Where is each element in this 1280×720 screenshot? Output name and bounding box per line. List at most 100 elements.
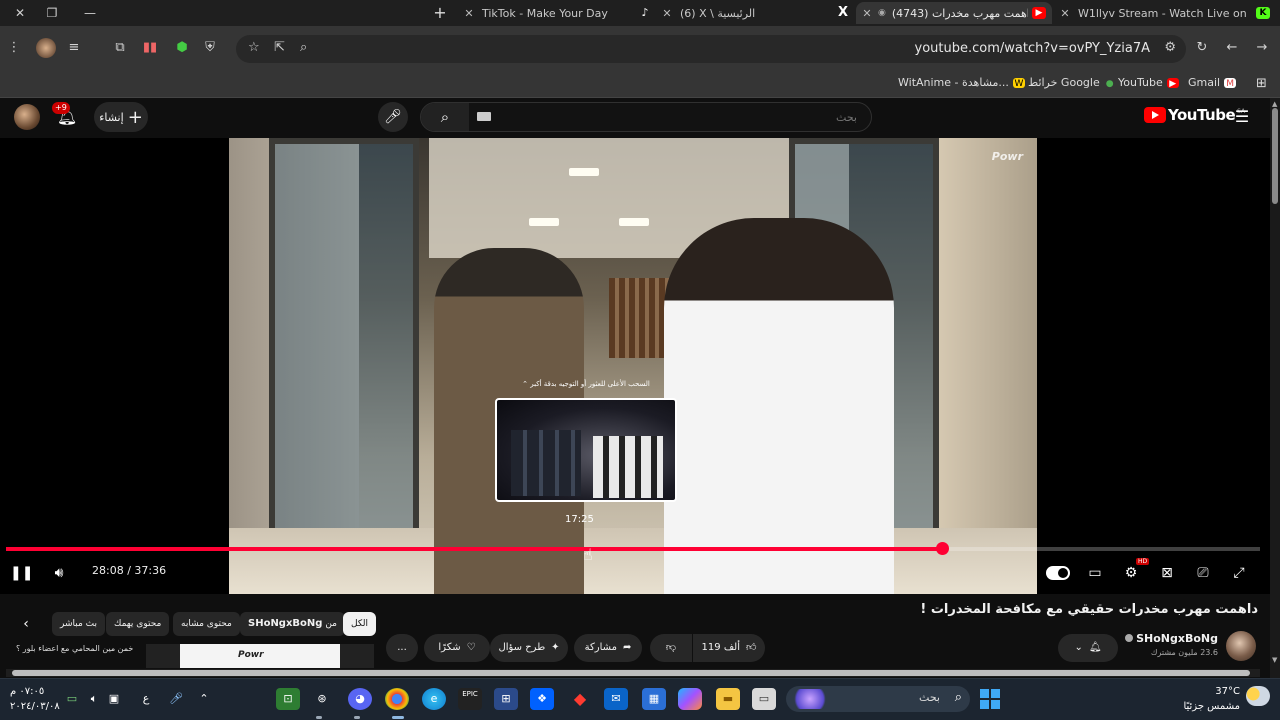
youtube-logo[interactable]: YouTube SA	[1144, 106, 1245, 124]
video-frame[interactable]: Powr	[229, 138, 1037, 594]
menu-dots-icon[interactable]: ⋮	[4, 38, 24, 58]
reload-icon[interactable]: ↻	[1192, 38, 1212, 58]
red-app-icon[interactable]: ◆	[568, 688, 592, 710]
tab-kick[interactable]: ✕ W1llyv Stream - Watch Live on K	[1058, 2, 1270, 24]
share-button[interactable]: مشاركة ➦	[574, 634, 642, 662]
search-input[interactable]	[473, 107, 865, 127]
discord-icon[interactable]: ◕	[348, 688, 372, 710]
close-window-icon[interactable]: ✕	[10, 4, 30, 22]
horizontal-scrollbar-thumb[interactable]	[12, 670, 1250, 676]
volume-button[interactable]: 🔊︎	[48, 562, 70, 584]
outlook-icon[interactable]: ✉	[604, 688, 628, 710]
address-bar[interactable]: ☆ ⇱ ⌕ youtube.com/watch?v=ovPY_Yzia7A ⚙	[236, 35, 1186, 63]
restore-window-icon[interactable]: ❐	[42, 4, 62, 22]
tab-youtube-active[interactable]: ✕ ◉ (4743) داهمت مهرب مخدرات ▶	[856, 2, 1052, 24]
back-arrow-icon[interactable]: ←	[1222, 38, 1242, 58]
microsoft-store-icon[interactable]: ▦	[642, 688, 666, 710]
minimize-window-icon[interactable]: —	[80, 4, 100, 22]
tab-tiktok[interactable]: ✕ TikTok - Make Your Day ♪	[462, 2, 652, 24]
search-button[interactable]: ⌕	[421, 103, 469, 131]
video-player[interactable]: Powr السحب الأعلى للعثور أو التوجيه بدقة…	[0, 138, 1270, 594]
scroll-down-arrow-icon[interactable]: ▼	[1272, 656, 1277, 664]
chip-from-channel[interactable]: SHoNgxBoNg من	[240, 612, 345, 636]
bookmark-witanime[interactable]: WitAnime - مشاهدة... W	[898, 76, 1025, 89]
share-page-icon[interactable]: ⇱	[274, 40, 285, 55]
thanks-button[interactable]: شكرًا ♡	[424, 634, 490, 662]
dislike-button[interactable]: 👎︎	[650, 634, 692, 662]
extensions-icon[interactable]: ⧉	[110, 38, 130, 58]
ask-button[interactable]: طرح سؤال ✦	[490, 634, 568, 662]
tab-close-icon[interactable]: ✕	[860, 7, 874, 20]
media-control-icon[interactable]: ≡	[64, 38, 84, 58]
bookmark-youtube[interactable]: YouTube ▶	[1118, 76, 1179, 89]
subtitles-button[interactable]: ▭	[1084, 562, 1106, 584]
file-explorer-icon[interactable]: ▬	[716, 688, 740, 710]
all-bookmarks-icon[interactable]: ⊞	[1256, 76, 1267, 91]
like-button[interactable]: 119 ألف 👍︎	[693, 634, 765, 662]
progress-bar-played[interactable]	[6, 547, 943, 551]
tab-x[interactable]: ✕ (6) X \ الرئيسية X	[660, 2, 850, 24]
more-actions-button[interactable]: ...	[386, 634, 418, 662]
network-icon[interactable]: ▣	[102, 688, 126, 710]
weather-temperature: 37°C	[1215, 686, 1240, 697]
voice-search-mic-icon[interactable]: 🎤︎	[378, 102, 408, 132]
tab-close-icon[interactable]: ✕	[660, 7, 674, 20]
miniplayer-button[interactable]: ⊠	[1156, 562, 1178, 584]
account-avatar[interactable]	[14, 104, 40, 130]
channel-avatar[interactable]	[1226, 631, 1256, 661]
bookmark-star-icon[interactable]: ☆	[248, 40, 260, 55]
scroll-up-arrow-icon[interactable]: ▲	[1272, 100, 1277, 108]
app-icon[interactable]: ⊞	[494, 688, 518, 710]
chip-all[interactable]: الكل	[343, 612, 377, 636]
cast-button[interactable]: ⎚	[1192, 562, 1214, 584]
windows-start-icon[interactable]	[980, 689, 1000, 709]
zoom-icon[interactable]: ⌕	[300, 40, 307, 55]
subscribed-button[interactable]: ⌄ 🔔︎	[1058, 634, 1118, 662]
steam-icon[interactable]: ⊛	[310, 688, 334, 710]
site-settings-icon[interactable]: ⚙	[1164, 40, 1176, 55]
chip-live[interactable]: بث مباشر	[52, 612, 105, 636]
chip-for-you[interactable]: محتوى يهمك	[106, 612, 170, 636]
channel-name-text[interactable]: SHoNgxBoNg	[1136, 632, 1218, 645]
tab-close-icon[interactable]: ✕	[462, 7, 476, 20]
extension-shield-icon[interactable]: ⬢	[172, 38, 192, 58]
settings-button[interactable]: ⚙	[1120, 562, 1142, 584]
chrome-icon[interactable]	[385, 688, 409, 710]
tab-close-icon[interactable]: ✕	[1058, 7, 1072, 20]
new-tab-button[interactable]: +	[430, 3, 450, 23]
chips-scroll-left-icon[interactable]: ‹	[18, 616, 34, 632]
xbox-app-icon[interactable]: ⊡	[276, 688, 300, 710]
chip-similar[interactable]: محتوى مشابه	[173, 612, 240, 636]
input-language-indicator[interactable]: ع	[134, 688, 158, 710]
window-app-icon[interactable]: ▭	[752, 688, 776, 710]
edge-icon[interactable]: e	[422, 688, 446, 710]
url-text[interactable]: youtube.com/watch?v=ovPY_Yzia7A	[915, 41, 1150, 56]
shield-icon[interactable]: ⛨	[200, 38, 220, 58]
microphone-icon[interactable]: 🎤︎	[164, 688, 188, 710]
weather-widget[interactable]: 37°C مشمس جزئيًا	[1183, 684, 1240, 714]
dropbox-icon[interactable]: ❖	[530, 688, 554, 710]
vertical-scrollbar-thumb[interactable]	[1272, 108, 1278, 204]
system-clock[interactable]: ٠٧:٠٥ م ٢٠٢٤/٠٣/٠٨	[10, 684, 60, 714]
pause-button[interactable]: ❚❚	[10, 562, 33, 584]
guide-menu-icon[interactable]: ☰	[1232, 107, 1252, 127]
bookmark-maps[interactable]: خرائط Google ●	[1028, 76, 1116, 89]
audio-playing-icon[interactable]: ◉	[878, 8, 886, 18]
autoplay-toggle[interactable]	[1046, 566, 1070, 580]
profile-avatar[interactable]	[36, 38, 56, 58]
create-button[interactable]: إنشاء +	[94, 102, 148, 132]
heart-dollar-icon: ♡	[466, 642, 476, 653]
tab-title: W1llyv Stream - Watch Live on	[1078, 6, 1247, 20]
show-hidden-icons-chevron-icon[interactable]: ⌃	[192, 688, 216, 710]
forward-arrow-icon[interactable]: →	[1252, 38, 1272, 58]
fullscreen-button[interactable]: ⤢	[1228, 562, 1250, 584]
bookmark-gmail[interactable]: Gmail M	[1188, 76, 1237, 89]
copilot-icon[interactable]	[678, 688, 702, 710]
channel-name[interactable]: SHoNgxBoNg	[1125, 632, 1218, 645]
taskbar-search-box[interactable]: بحث ⌕	[786, 686, 970, 712]
battery-icon[interactable]: ▭	[60, 688, 84, 710]
recommendation-thumbnail[interactable]: Powr	[146, 644, 374, 668]
recommendation-title[interactable]: خمن مين المحامي مع اعضاء بلور ؟	[16, 644, 133, 653]
epic-games-icon[interactable]: EPIC	[458, 688, 482, 710]
extension-icon[interactable]: ▮▮	[140, 38, 160, 58]
